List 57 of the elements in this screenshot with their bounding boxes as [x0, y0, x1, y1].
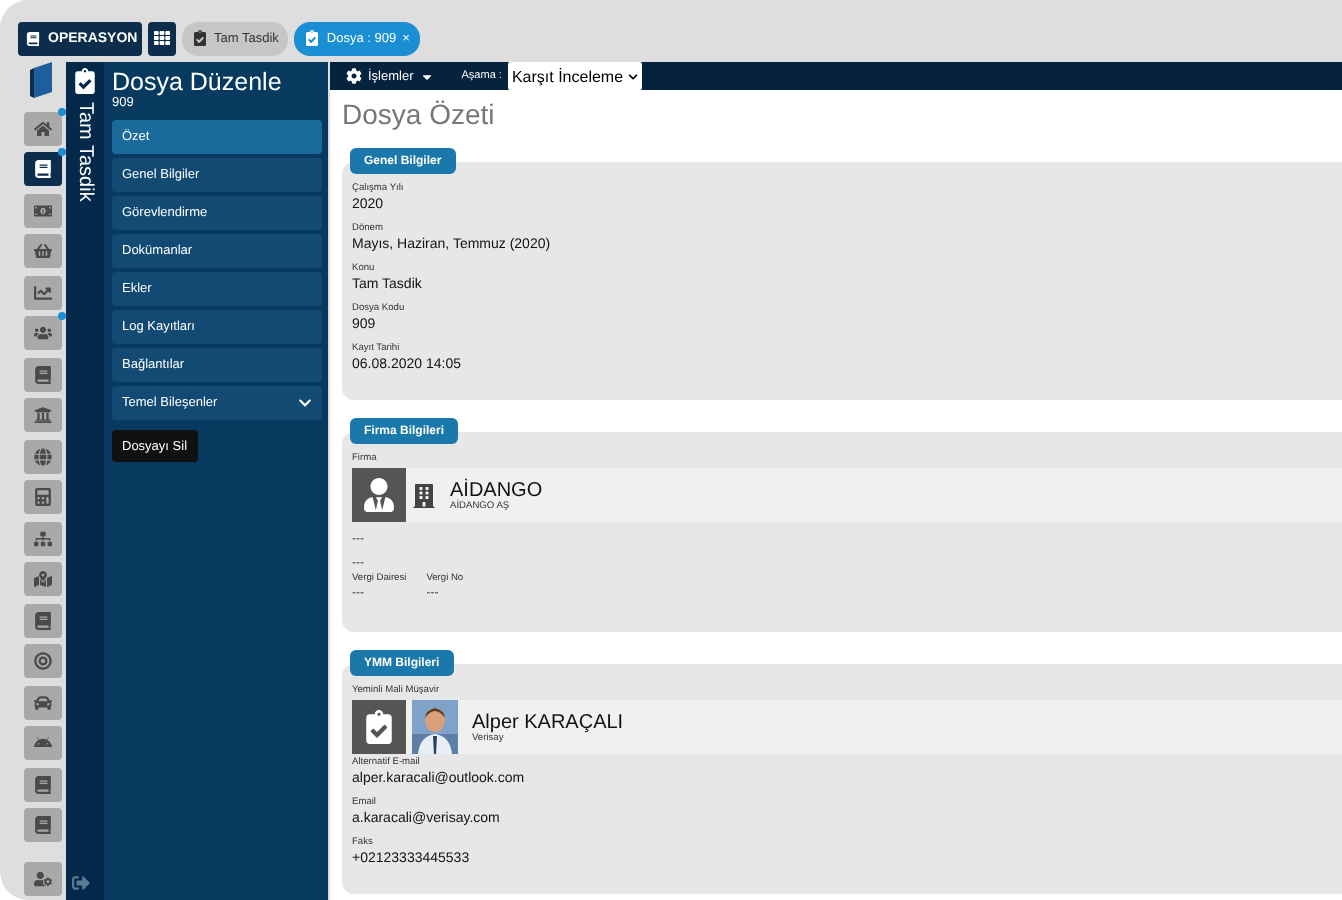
- map-icon: [33, 570, 51, 588]
- book-nav-button[interactable]: [23, 808, 61, 842]
- book-icon: [33, 160, 51, 178]
- car-nav-button[interactable]: [23, 685, 61, 719]
- user-settings-icon: [33, 869, 51, 887]
- line-chart-nav-button[interactable]: [23, 275, 61, 309]
- people-nav-button[interactable]: [23, 316, 61, 350]
- people-icon: [33, 324, 51, 342]
- bank-nav-button[interactable]: [23, 398, 61, 432]
- banknote-nav-button[interactable]: [23, 193, 61, 227]
- car-icon: [33, 693, 51, 711]
- org-chart-icon: [33, 529, 51, 547]
- chevron-down-icon: [627, 71, 638, 81]
- book-logo-icon: [28, 62, 56, 98]
- logout-icon[interactable]: [72, 874, 90, 892]
- book-icon: [33, 816, 51, 834]
- checklist-icon: [352, 700, 406, 754]
- building-icon: [412, 483, 436, 507]
- book-nav-button[interactable]: [23, 357, 61, 391]
- checklist-icon: [72, 68, 98, 94]
- banknote-icon: [33, 201, 51, 219]
- book-icon: [33, 611, 51, 629]
- book-icon: [33, 365, 51, 383]
- grid-icon: [154, 30, 170, 46]
- page-title: Dosya Özeti: [342, 98, 497, 130]
- globe-icon: [33, 447, 51, 465]
- entity-name: AİDANGO: [450, 479, 543, 501]
- globe-nav-button[interactable]: [23, 439, 61, 473]
- book-nav-button[interactable]: [23, 603, 61, 637]
- target-icon: [33, 652, 51, 670]
- book-nav-button[interactable]: [23, 152, 61, 186]
- caret-icon: [419, 69, 434, 83]
- home-nav-button[interactable]: [23, 111, 61, 145]
- line-chart-icon: [33, 283, 51, 301]
- apps-grid-button[interactable]: [148, 21, 176, 55]
- document-icon: [192, 30, 208, 46]
- stage-dropdown[interactable]: Karşıt İnceleme: [507, 62, 642, 90]
- settings-icon: [346, 68, 362, 84]
- home-icon: [33, 119, 51, 137]
- calculator-icon: [33, 488, 51, 506]
- robot-icon: [33, 734, 51, 752]
- org-chart-nav-button[interactable]: [23, 521, 61, 555]
- target-nav-button[interactable]: [23, 644, 61, 678]
- user-settings-nav-button[interactable]: [23, 861, 61, 895]
- book-icon: [33, 775, 51, 793]
- calculator-nav-button[interactable]: [23, 480, 61, 514]
- book-icon: [26, 31, 40, 45]
- module-title: Tam Tasdik: [74, 102, 96, 202]
- bank-icon: [33, 406, 51, 424]
- document-icon: [304, 30, 321, 46]
- entity-name: Alper KARAÇALI: [472, 711, 624, 733]
- map-nav-button[interactable]: [23, 562, 61, 596]
- robot-nav-button[interactable]: [23, 726, 61, 760]
- menu-title: Dosya Düzenle: [112, 68, 284, 96]
- basket-icon: [33, 242, 51, 260]
- book-nav-button[interactable]: [23, 767, 61, 801]
- basket-nav-button[interactable]: [23, 234, 61, 268]
